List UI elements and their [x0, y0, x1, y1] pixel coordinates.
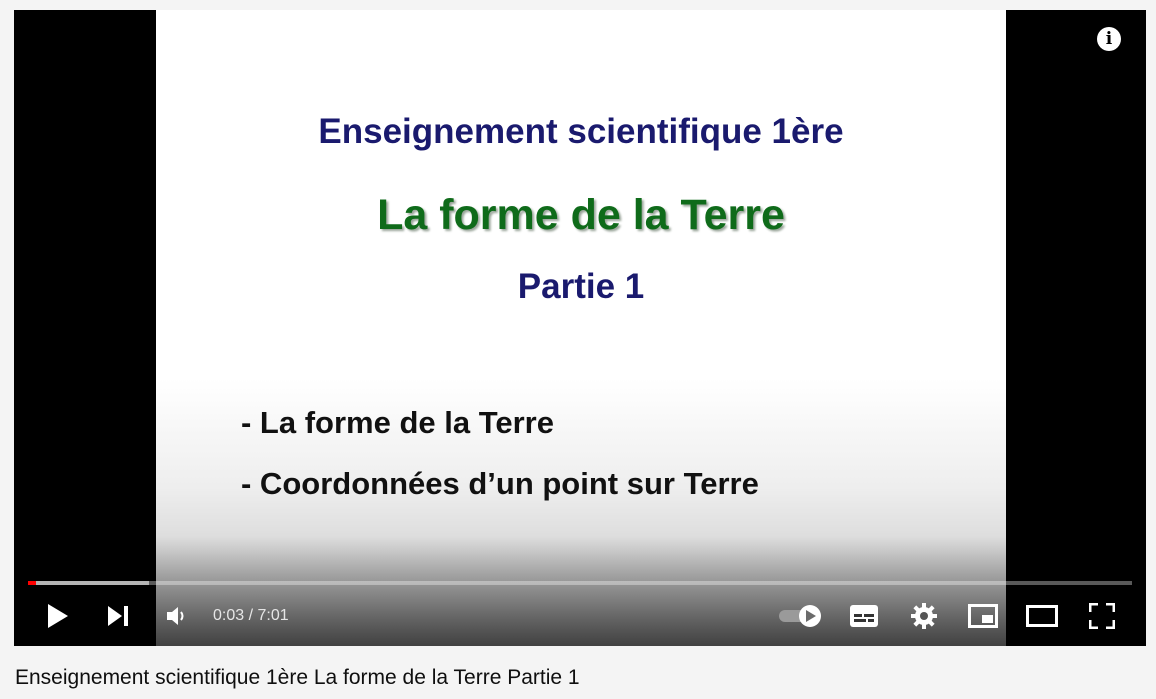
autoplay-toggle-icon [779, 605, 821, 627]
duration: 7:01 [257, 607, 289, 624]
current-time: 0:03 [213, 607, 245, 624]
theater-mode-button[interactable] [1022, 592, 1062, 640]
progress-played [28, 581, 36, 585]
slide-bullet: - Coordonnées d’un point sur Terre [241, 466, 759, 501]
play-button[interactable] [40, 592, 76, 640]
fullscreen-button[interactable] [1082, 592, 1122, 640]
time-display: 0:03 / 7:01 [213, 592, 289, 640]
player-controls: 0:03 / 7:01 [14, 592, 1146, 640]
miniplayer-icon [968, 604, 998, 628]
settings-button[interactable] [904, 592, 944, 640]
time-separator: / [244, 607, 258, 624]
subtitles-button[interactable] [844, 592, 884, 640]
subtitles-icon [850, 605, 878, 627]
video-player[interactable]: Enseignement scientifique 1ère La forme … [14, 10, 1146, 646]
theater-mode-icon [1026, 605, 1058, 627]
volume-button[interactable] [158, 592, 194, 640]
miniplayer-button[interactable] [963, 592, 1003, 640]
video-title[interactable]: Enseignement scientifique 1ère La forme … [15, 666, 580, 690]
settings-icon [911, 603, 937, 629]
autoplay-toggle[interactable] [776, 592, 824, 640]
play-icon [48, 604, 68, 628]
fullscreen-icon [1089, 603, 1115, 629]
next-button[interactable] [100, 592, 136, 640]
progress-bar[interactable] [28, 581, 1132, 585]
slide-part: Partie 1 [517, 267, 645, 306]
slide-title: La forme de la Terre [377, 191, 785, 239]
info-icon[interactable]: i [1097, 27, 1121, 51]
next-icon [108, 606, 128, 626]
slide-bullet: - La forme de la Terre [241, 405, 554, 440]
volume-icon [167, 607, 184, 625]
progress-buffered [28, 581, 150, 585]
slide-subject: Enseignement scientifique 1ère [318, 112, 844, 151]
